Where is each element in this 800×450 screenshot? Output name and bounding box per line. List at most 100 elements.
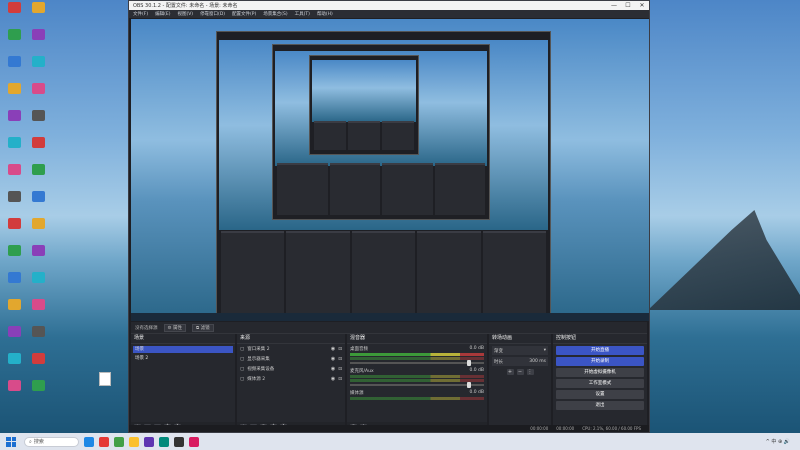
source-item[interactable]: ▢ 窗口采集 2 ◉ ⊡ xyxy=(237,344,345,354)
desktop-shortcut-icon[interactable] xyxy=(2,218,26,238)
source-item[interactable]: ▢ 视频采集设备 ◉ ⊡ xyxy=(237,364,345,374)
scene-item[interactable]: 场景 xyxy=(133,346,233,353)
scene-item[interactable]: 场景 2 xyxy=(133,355,233,362)
desktop-shortcut-icon[interactable] xyxy=(2,110,26,130)
channel-name: 桌面音频 xyxy=(350,347,368,352)
tray-icons[interactable]: ^ 中 ⊕ 🔊 xyxy=(766,438,790,445)
desktop-shortcut-icon[interactable] xyxy=(26,137,50,157)
eye-icon[interactable]: ◉ xyxy=(331,366,335,372)
desktop-shortcut-icon[interactable] xyxy=(2,137,26,157)
menu-edit[interactable]: 编辑(E) xyxy=(155,11,170,17)
system-tray: ^ 中 ⊕ 🔊 xyxy=(766,438,800,445)
desktop-shortcut-icon[interactable] xyxy=(2,191,26,211)
remove-transition-button[interactable]: − xyxy=(516,369,524,375)
desktop-shortcut-icon[interactable] xyxy=(2,164,26,184)
lock-icon[interactable]: ⊡ xyxy=(338,347,342,352)
volume-meter xyxy=(350,353,484,356)
more-icon[interactable]: ⋮ xyxy=(526,369,534,375)
minimize-button[interactable]: — xyxy=(607,2,621,9)
taskbar-app-icon[interactable] xyxy=(99,436,109,447)
mixer-channel: 桌面音频 0.0 dB xyxy=(347,344,487,366)
filters-button[interactable]: ⧉ 滤镜 xyxy=(191,323,214,332)
menu-help[interactable]: 帮助(H) xyxy=(317,11,333,17)
channel-name: 媒体源 xyxy=(350,391,364,396)
menu-view[interactable]: 视图(V) xyxy=(177,11,193,17)
desktop-shortcut-icon[interactable] xyxy=(2,83,26,103)
desktop-shortcut-icon[interactable] xyxy=(2,29,26,49)
controls-title: 控制按钮 xyxy=(553,334,647,344)
desktop-shortcut-icon[interactable] xyxy=(2,272,26,292)
desktop-shortcut-icon[interactable] xyxy=(2,299,26,319)
desktop-shortcut-icon[interactable] xyxy=(26,272,50,292)
menu-docks[interactable]: 停靠窗口(D) xyxy=(200,11,225,17)
desktop-file-icon[interactable] xyxy=(96,372,114,386)
menu-scene-collection[interactable]: 场景集合(S) xyxy=(263,11,287,17)
transition-select[interactable]: 渐变 ▾ xyxy=(492,346,548,355)
desktop-shortcut-icon[interactable] xyxy=(2,353,26,373)
desktop-shortcut-icon[interactable] xyxy=(26,191,50,211)
source-label: 显示器采集 xyxy=(247,357,270,362)
menu-bar: 文件(F) 编辑(E) 视图(V) 停靠窗口(D) 配置文件(P) 场景集合(S… xyxy=(129,10,649,18)
properties-button[interactable]: ⚙ 属性 xyxy=(163,323,186,332)
menu-profile[interactable]: 配置文件(P) xyxy=(232,11,256,17)
desktop-shortcut-icon[interactable] xyxy=(26,326,50,346)
source-item[interactable]: ▢ 媒体源 2 ◉ ⊡ xyxy=(237,374,345,384)
volume-meter xyxy=(350,357,484,360)
duration-value: 300 ms xyxy=(529,359,546,364)
desktop-shortcut-icon[interactable] xyxy=(26,2,50,22)
taskbar-app-icon[interactable] xyxy=(144,436,154,447)
taskbar-app-icon[interactable] xyxy=(174,436,184,447)
studio-mode-button[interactable]: 工作室模式 xyxy=(556,379,644,388)
exit-button[interactable]: 退出 xyxy=(556,401,644,410)
volume-slider[interactable] xyxy=(350,360,484,366)
desktop-shortcut-icon[interactable] xyxy=(2,245,26,265)
eye-icon[interactable]: ◉ xyxy=(331,356,335,362)
maximize-button[interactable]: ☐ xyxy=(621,2,635,9)
taskbar-app-icon[interactable] xyxy=(114,436,124,447)
source-label: 视频采集设备 xyxy=(247,367,275,372)
desktop-shortcut-icon[interactable] xyxy=(26,353,50,373)
desktop-shortcut-icon[interactable] xyxy=(26,218,50,238)
desktop-shortcut-icon[interactable] xyxy=(2,56,26,76)
source-item[interactable]: ▢ 显示器采集 ◉ ⊡ xyxy=(237,354,345,364)
taskbar-search[interactable]: ⌕ 搜索 xyxy=(24,436,79,447)
desktop-shortcut-icon[interactable] xyxy=(26,83,50,103)
start-virtual-camera-button[interactable]: 开始虚拟摄像机 xyxy=(556,368,644,377)
desktop-shortcut-icon[interactable] xyxy=(26,164,50,184)
menu-tools[interactable]: 工具(T) xyxy=(295,11,310,17)
close-button[interactable]: ✕ xyxy=(635,2,649,9)
sources-title: 来源 xyxy=(237,334,345,344)
volume-slider[interactable] xyxy=(350,382,484,388)
desktop-shortcut-icon[interactable] xyxy=(26,380,50,400)
menu-file[interactable]: 文件(F) xyxy=(133,11,148,17)
eye-icon[interactable]: ◉ xyxy=(331,376,335,382)
taskbar-app-icon[interactable] xyxy=(159,436,169,447)
desktop-shortcut-icon[interactable] xyxy=(2,326,26,346)
taskbar-app-icon[interactable] xyxy=(189,436,199,447)
lock-icon[interactable]: ⊡ xyxy=(338,357,342,362)
desktop-shortcut-icon[interactable] xyxy=(26,110,50,130)
taskbar-app-icon[interactable] xyxy=(84,436,94,447)
start-streaming-button[interactable]: 开始直播 xyxy=(556,346,644,355)
sources-dock: 来源 ▢ 窗口采集 2 ◉ ⊡ ▢ 显示器采集 ◉ ⊡ ▢ 视频采集设备 ◉ ⊡ ▢ 媒体源 2 ◉ ⊡… xyxy=(237,334,345,432)
source-toolbar: 没有选择源 ⚙ 属性 ⧉ 滤镜 xyxy=(131,322,647,334)
start-button[interactable] xyxy=(6,436,16,447)
taskbar-app-icon[interactable] xyxy=(129,436,139,447)
desktop-shortcut-icon[interactable] xyxy=(2,2,26,22)
settings-button[interactable]: 设置 xyxy=(556,390,644,399)
start-recording-button[interactable]: 开始录制 xyxy=(556,357,644,366)
desktop-shortcut-icon[interactable] xyxy=(26,245,50,265)
volume-meter xyxy=(350,379,484,382)
desktop-shortcut-icon[interactable] xyxy=(26,299,50,319)
add-transition-button[interactable]: + xyxy=(506,369,514,375)
lock-icon[interactable]: ⊡ xyxy=(338,377,342,382)
desktop-shortcut-icon[interactable] xyxy=(26,29,50,49)
desktop-shortcut-icon[interactable] xyxy=(2,380,26,400)
lock-icon[interactable]: ⊡ xyxy=(338,367,342,372)
search-placeholder: 搜索 xyxy=(33,439,44,445)
eye-icon[interactable]: ◉ xyxy=(331,346,335,352)
duration-field[interactable]: 时长 300 ms xyxy=(492,357,548,366)
preview-canvas[interactable] xyxy=(131,19,649,321)
desktop-shortcut-icon[interactable] xyxy=(26,56,50,76)
mixer-channel: 媒体源 0.0 dB xyxy=(347,388,487,402)
